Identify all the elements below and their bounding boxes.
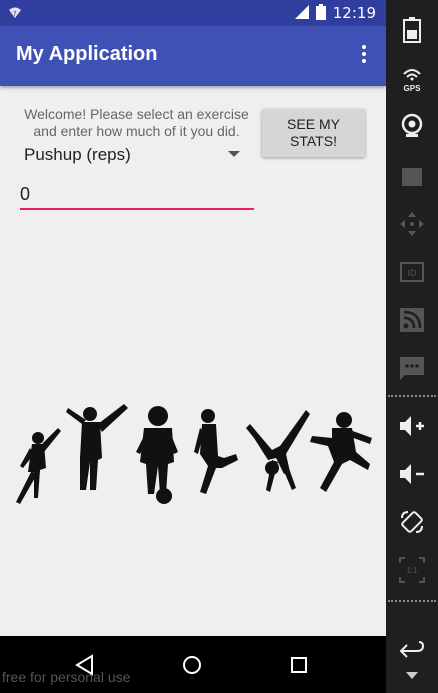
battery-icon[interactable] xyxy=(396,14,428,46)
volume-down-icon[interactable] xyxy=(396,458,428,490)
amount-input[interactable] xyxy=(20,180,254,210)
welcome-text: Welcome! Please select an exercise and e… xyxy=(24,106,249,139)
app-title: My Application xyxy=(16,43,158,65)
emulator-side-panel: GPS ID 1:1 xyxy=(386,0,438,693)
svg-text:ID: ID xyxy=(408,268,418,278)
volume-up-icon[interactable] xyxy=(396,410,428,442)
expand-down-icon[interactable] xyxy=(396,664,428,688)
see-my-stats-button[interactable]: SEE MY STATS! xyxy=(262,109,365,157)
panel-divider xyxy=(388,600,436,602)
rss-icon xyxy=(396,304,428,336)
device-id-icon: ID xyxy=(396,256,428,288)
svg-text:GPS: GPS xyxy=(404,84,422,93)
exercise-silhouettes-image xyxy=(16,404,372,504)
panel-divider xyxy=(388,395,436,397)
screen-record-icon xyxy=(396,160,428,192)
watermark-text: free for personal use xyxy=(2,669,131,685)
app-bar: My Application xyxy=(0,26,386,86)
signal-icon xyxy=(294,4,310,24)
svg-text:1:1: 1:1 xyxy=(406,566,418,575)
status-bar: ? 12:19 xyxy=(0,0,386,26)
scale-icon: 1:1 xyxy=(396,554,428,586)
home-icon[interactable] xyxy=(177,650,207,680)
overflow-menu-icon[interactable] xyxy=(360,43,368,69)
exercise-spinner[interactable]: Pushup (reps) xyxy=(20,143,246,169)
battery-icon xyxy=(316,4,326,24)
gps-icon[interactable]: GPS xyxy=(396,62,428,94)
rotate-icon[interactable] xyxy=(396,506,428,538)
exercise-spinner-value: Pushup (reps) xyxy=(24,145,131,164)
notification-icon: ? xyxy=(8,5,22,24)
dropdown-arrow-icon xyxy=(228,151,240,157)
camera-icon[interactable] xyxy=(396,110,428,142)
recents-icon[interactable] xyxy=(284,650,314,680)
dpad-icon xyxy=(396,208,428,240)
svg-text:?: ? xyxy=(13,10,17,18)
sms-icon xyxy=(396,352,428,384)
phone-screen: ? 12:19 My Application Welcome! Please s… xyxy=(0,0,386,693)
status-time: 12:19 xyxy=(332,4,376,22)
